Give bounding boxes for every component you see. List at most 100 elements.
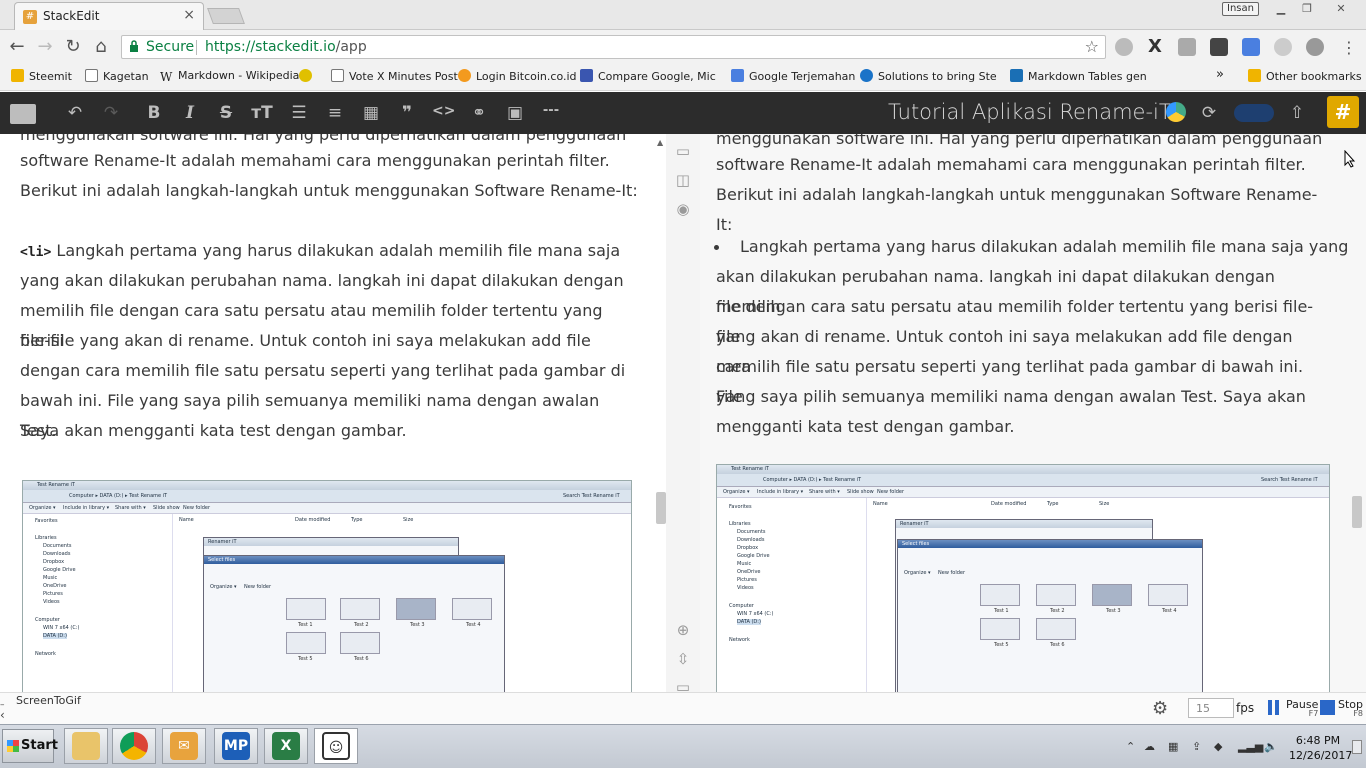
dialog-cmd: New folder (938, 570, 966, 576)
tray-cloud-icon[interactable]: ☁ (1144, 740, 1155, 753)
scroll-up-icon[interactable]: ▲ (657, 138, 663, 147)
tab-close-icon[interactable]: × (183, 7, 195, 23)
tray-volume-icon[interactable]: 🔈 (1264, 740, 1278, 753)
extension-globe-icon[interactable] (1306, 38, 1324, 56)
dialog-title: Select files (208, 557, 236, 563)
editor-scrollbar[interactable] (656, 492, 666, 524)
editor-line: dengan cara memilih file satu persatu se… (20, 361, 626, 380)
heading-icon[interactable]: тT (251, 103, 273, 123)
numbered-list-icon[interactable]: ≡ (324, 103, 346, 123)
outlook-icon: ✉ (170, 732, 198, 760)
file-thumbnail (1036, 584, 1076, 606)
bookmark-vote[interactable]: Vote X Minutes Post (331, 69, 458, 83)
bold-icon[interactable]: B (143, 103, 165, 123)
taskbar-outlook[interactable]: ✉ (162, 728, 206, 764)
pause-button[interactable]: Pause F7 (1286, 698, 1318, 718)
tray-upload-icon[interactable]: ⇪ (1192, 740, 1201, 753)
publish-icon[interactable]: ⇧ (1286, 103, 1308, 123)
user-avatar-icon[interactable] (1234, 104, 1274, 122)
redo-icon[interactable]: ↷ (100, 103, 122, 123)
scroll-sync-icon[interactable]: ⊕ (674, 621, 692, 639)
fps-input[interactable]: 15 (1188, 698, 1234, 718)
italic-icon[interactable]: I (179, 103, 201, 123)
tray-expand-icon[interactable]: ⌃ (1126, 740, 1135, 753)
quote-icon[interactable]: ❞ (396, 103, 418, 123)
bookmark-bitcoin[interactable]: Login Bitcoin.co.id (458, 69, 577, 83)
code-icon[interactable]: <> (432, 103, 455, 119)
menu-icon[interactable]: ⋮ (1340, 38, 1358, 57)
preview-line: yang saya pilih semuanya memiliki nama d… (716, 387, 1306, 406)
new-tab-button[interactable] (207, 8, 245, 24)
dialog-cmd: Organize ▾ (904, 570, 931, 576)
document-title[interactable]: Tutorial Aplikasi Rename-iT (888, 100, 1172, 124)
tray-clock[interactable]: 6:48 PM 12/26/2017 (1289, 733, 1352, 763)
dialog-cmd: Organize ▾ (210, 584, 237, 590)
taskbar-mp[interactable]: MP (214, 728, 258, 764)
extension-hd-icon[interactable] (1178, 38, 1196, 56)
bookmark-markdown-tables[interactable]: Markdown Tables gener (1010, 69, 1146, 83)
taskbar-excel[interactable]: X (264, 728, 308, 764)
bookmarks-more-icon[interactable]: » (1216, 67, 1224, 82)
profile-button[interactable]: Insan (1222, 2, 1259, 16)
extension-x-icon[interactable]: X (1146, 38, 1164, 56)
markdown-editor[interactable]: menggunakan software ini. Hal yang perlu… (0, 134, 654, 692)
bullet-list-icon[interactable]: ☰ (288, 103, 310, 123)
reload-icon[interactable]: ↻ (63, 36, 83, 57)
explorer-icon (72, 732, 100, 760)
bookmark-google-terjemahan[interactable]: Google Terjemahan (731, 69, 855, 83)
horizontal-rule-icon[interactable]: --- (540, 103, 562, 118)
settings-gear-icon[interactable]: ⚙ (1152, 698, 1168, 719)
nav-item: OneDrive (737, 569, 761, 575)
editor-only-icon[interactable]: ▭ (674, 142, 692, 160)
bookmark-label: Markdown - Wikipedia (178, 69, 300, 82)
bullet-icon (714, 245, 719, 250)
bookmark-solutions[interactable]: Solutions to bring Steem (860, 69, 996, 83)
split-view-icon[interactable]: ◫ (674, 171, 692, 189)
collapse-icon[interactable]: ⇳ (674, 650, 692, 668)
google-drive-icon[interactable] (1166, 102, 1186, 122)
tray-signal-icon[interactable]: ▂▃▅ (1238, 740, 1263, 753)
file-label: Test 2 (1050, 608, 1065, 614)
editor-line: Saya akan mengganti kata test dengan gam… (20, 421, 407, 440)
preview-line: mengganti kata test dengan gambar. (716, 417, 1015, 436)
extension-cloud-icon[interactable] (1115, 38, 1133, 56)
sync-icon[interactable]: ⟳ (1198, 103, 1220, 123)
preview-eye-icon[interactable]: ◉ (674, 200, 692, 218)
close-window-icon[interactable]: ✕ (1326, 0, 1356, 18)
strikethrough-icon[interactable]: S (215, 103, 237, 123)
table-icon[interactable]: ▦ (360, 103, 382, 123)
bookmark-star-icon[interactable]: ☆ (1085, 37, 1099, 56)
other-bookmarks[interactable]: Other bookmarks (1248, 69, 1362, 83)
show-desktop-button[interactable] (1352, 740, 1362, 754)
maximize-icon[interactable]: ❐ (1292, 0, 1322, 18)
mp-icon: MP (222, 732, 250, 760)
taskbar-explorer[interactable] (64, 728, 108, 764)
nav-item: Network (729, 637, 750, 643)
link-icon[interactable]: ⚭ (468, 103, 490, 123)
taskbar-chrome[interactable] (112, 728, 156, 764)
start-button[interactable]: Start (2, 729, 58, 763)
bookmark-steemit[interactable]: Steemit (11, 69, 72, 83)
stackedit-logo-icon[interactable]: # (1327, 96, 1359, 128)
recorder-back-icon[interactable]: ‹ (0, 708, 5, 722)
bookmark-kagetan[interactable]: Kagetan (85, 69, 149, 83)
tab-stackedit[interactable]: # StackEdit × (14, 2, 204, 30)
preview-scrollbar[interactable] (1352, 496, 1362, 528)
taskbar-screentogif[interactable]: ☺ (314, 728, 358, 764)
bookmark-compare-google[interactable]: Compare Google, Micro (580, 69, 716, 83)
bookmark-emoji[interactable] (299, 69, 317, 83)
back-icon[interactable]: ← (7, 36, 27, 57)
undo-icon[interactable]: ↶ (64, 103, 86, 123)
tray-network-icon[interactable]: ▦ (1168, 740, 1178, 753)
address-bar[interactable]: Secure https://stackedit.io/app ☆ (121, 35, 1106, 59)
folder-icon[interactable] (10, 104, 36, 124)
image-icon[interactable]: ▣ (504, 103, 526, 123)
tray-dropbox-icon[interactable]: ◆ (1214, 740, 1222, 753)
stop-button[interactable]: Stop F8 (1338, 698, 1363, 718)
bookmark-markdown-wikipedia[interactable]: W Markdown - Wikipedia (160, 69, 299, 84)
extension-translate-icon[interactable] (1242, 38, 1260, 56)
home-icon[interactable]: ⌂ (91, 36, 111, 57)
extension-wordpress-icon[interactable] (1274, 38, 1292, 56)
forward-icon[interactable]: → (35, 36, 55, 57)
extension-edit-icon[interactable] (1210, 38, 1228, 56)
